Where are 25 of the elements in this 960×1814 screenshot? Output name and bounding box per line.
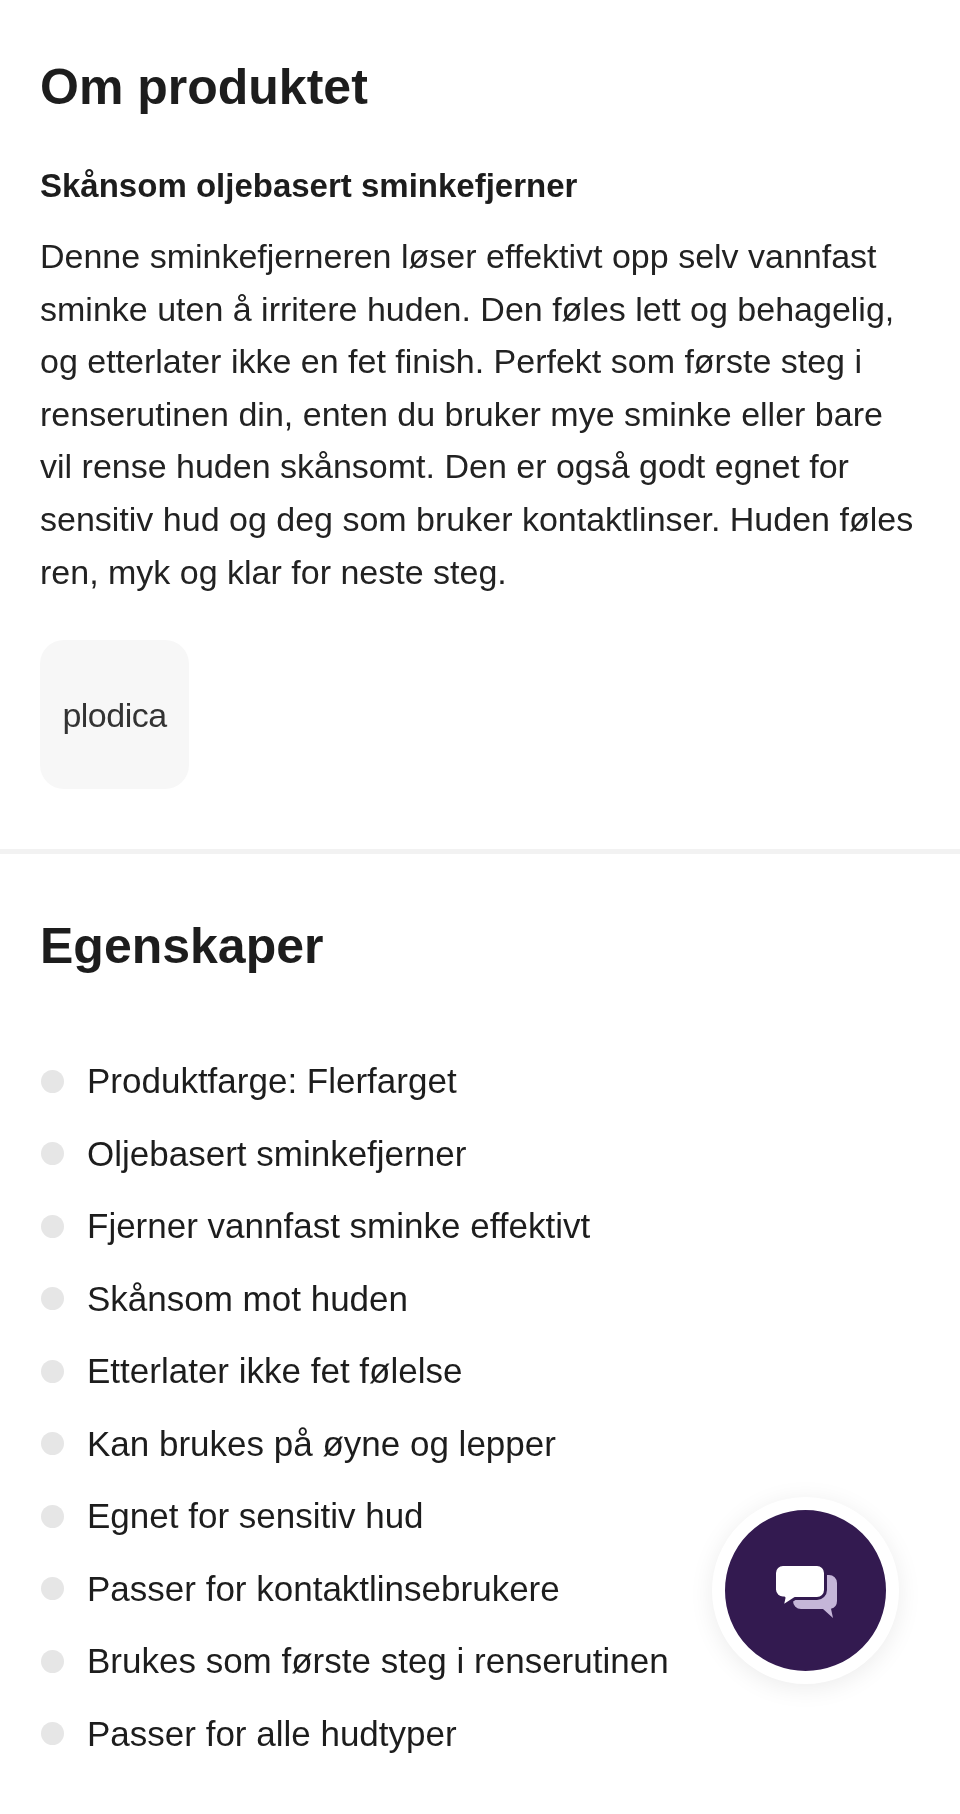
product-description: Denne sminkefjerneren løser effektivt opp selv vannfast sminke uten å irritere huden. Den føles lett og behagelig, og etterlater ikke en fet finish. Perfekt som første steg i renserutinen din, enten du bruker mye sminke eller bare vil rense huden skånsomt. Den er også godt egnet for sensitiv hud og deg som bruker kontaktlinser. Huden føles ren, myk og klar for neste steg. [40,236,915,593]
brand-logo: plodica [62,694,167,735]
feature-text: Passer for alle hudtyper [87,1712,457,1755]
feature-text: Brukes som første steg i renserutinen [87,1640,669,1683]
feature-text: Oljebasert sminkefjerner [87,1132,467,1175]
bullet-icon [41,1287,64,1311]
bullet-icon [41,1359,64,1383]
feature-text: Skånsom mot huden [87,1277,408,1320]
feature-text: Produktfarge: Flerfarget [87,1060,457,1103]
bullet-icon [41,1069,64,1093]
section-title: Om produktet [40,58,369,117]
bullet-icon [41,1214,64,1238]
bullet-icon [41,1649,64,1673]
section-title: Egenskaper [40,917,325,977]
feature-text: Egnet for sensitiv hud [87,1495,424,1538]
bullet-icon [41,1577,64,1601]
feature-text: Fjerner vannfast sminke effektivt [87,1205,591,1248]
feature-text: Passer for kontaktlinsebrukere [87,1567,560,1610]
bullet-icon [41,1722,64,1746]
bullet-icon [41,1504,64,1528]
product-subtitle: Skånsom oljebasert sminkefjerner [40,166,579,206]
feature-text: Etterlater ikke fet følelse [87,1350,463,1393]
bullet-icon [41,1432,64,1456]
bullet-icon [41,1142,64,1166]
feature-text: Kan brukes på øyne og lepper [87,1422,556,1465]
